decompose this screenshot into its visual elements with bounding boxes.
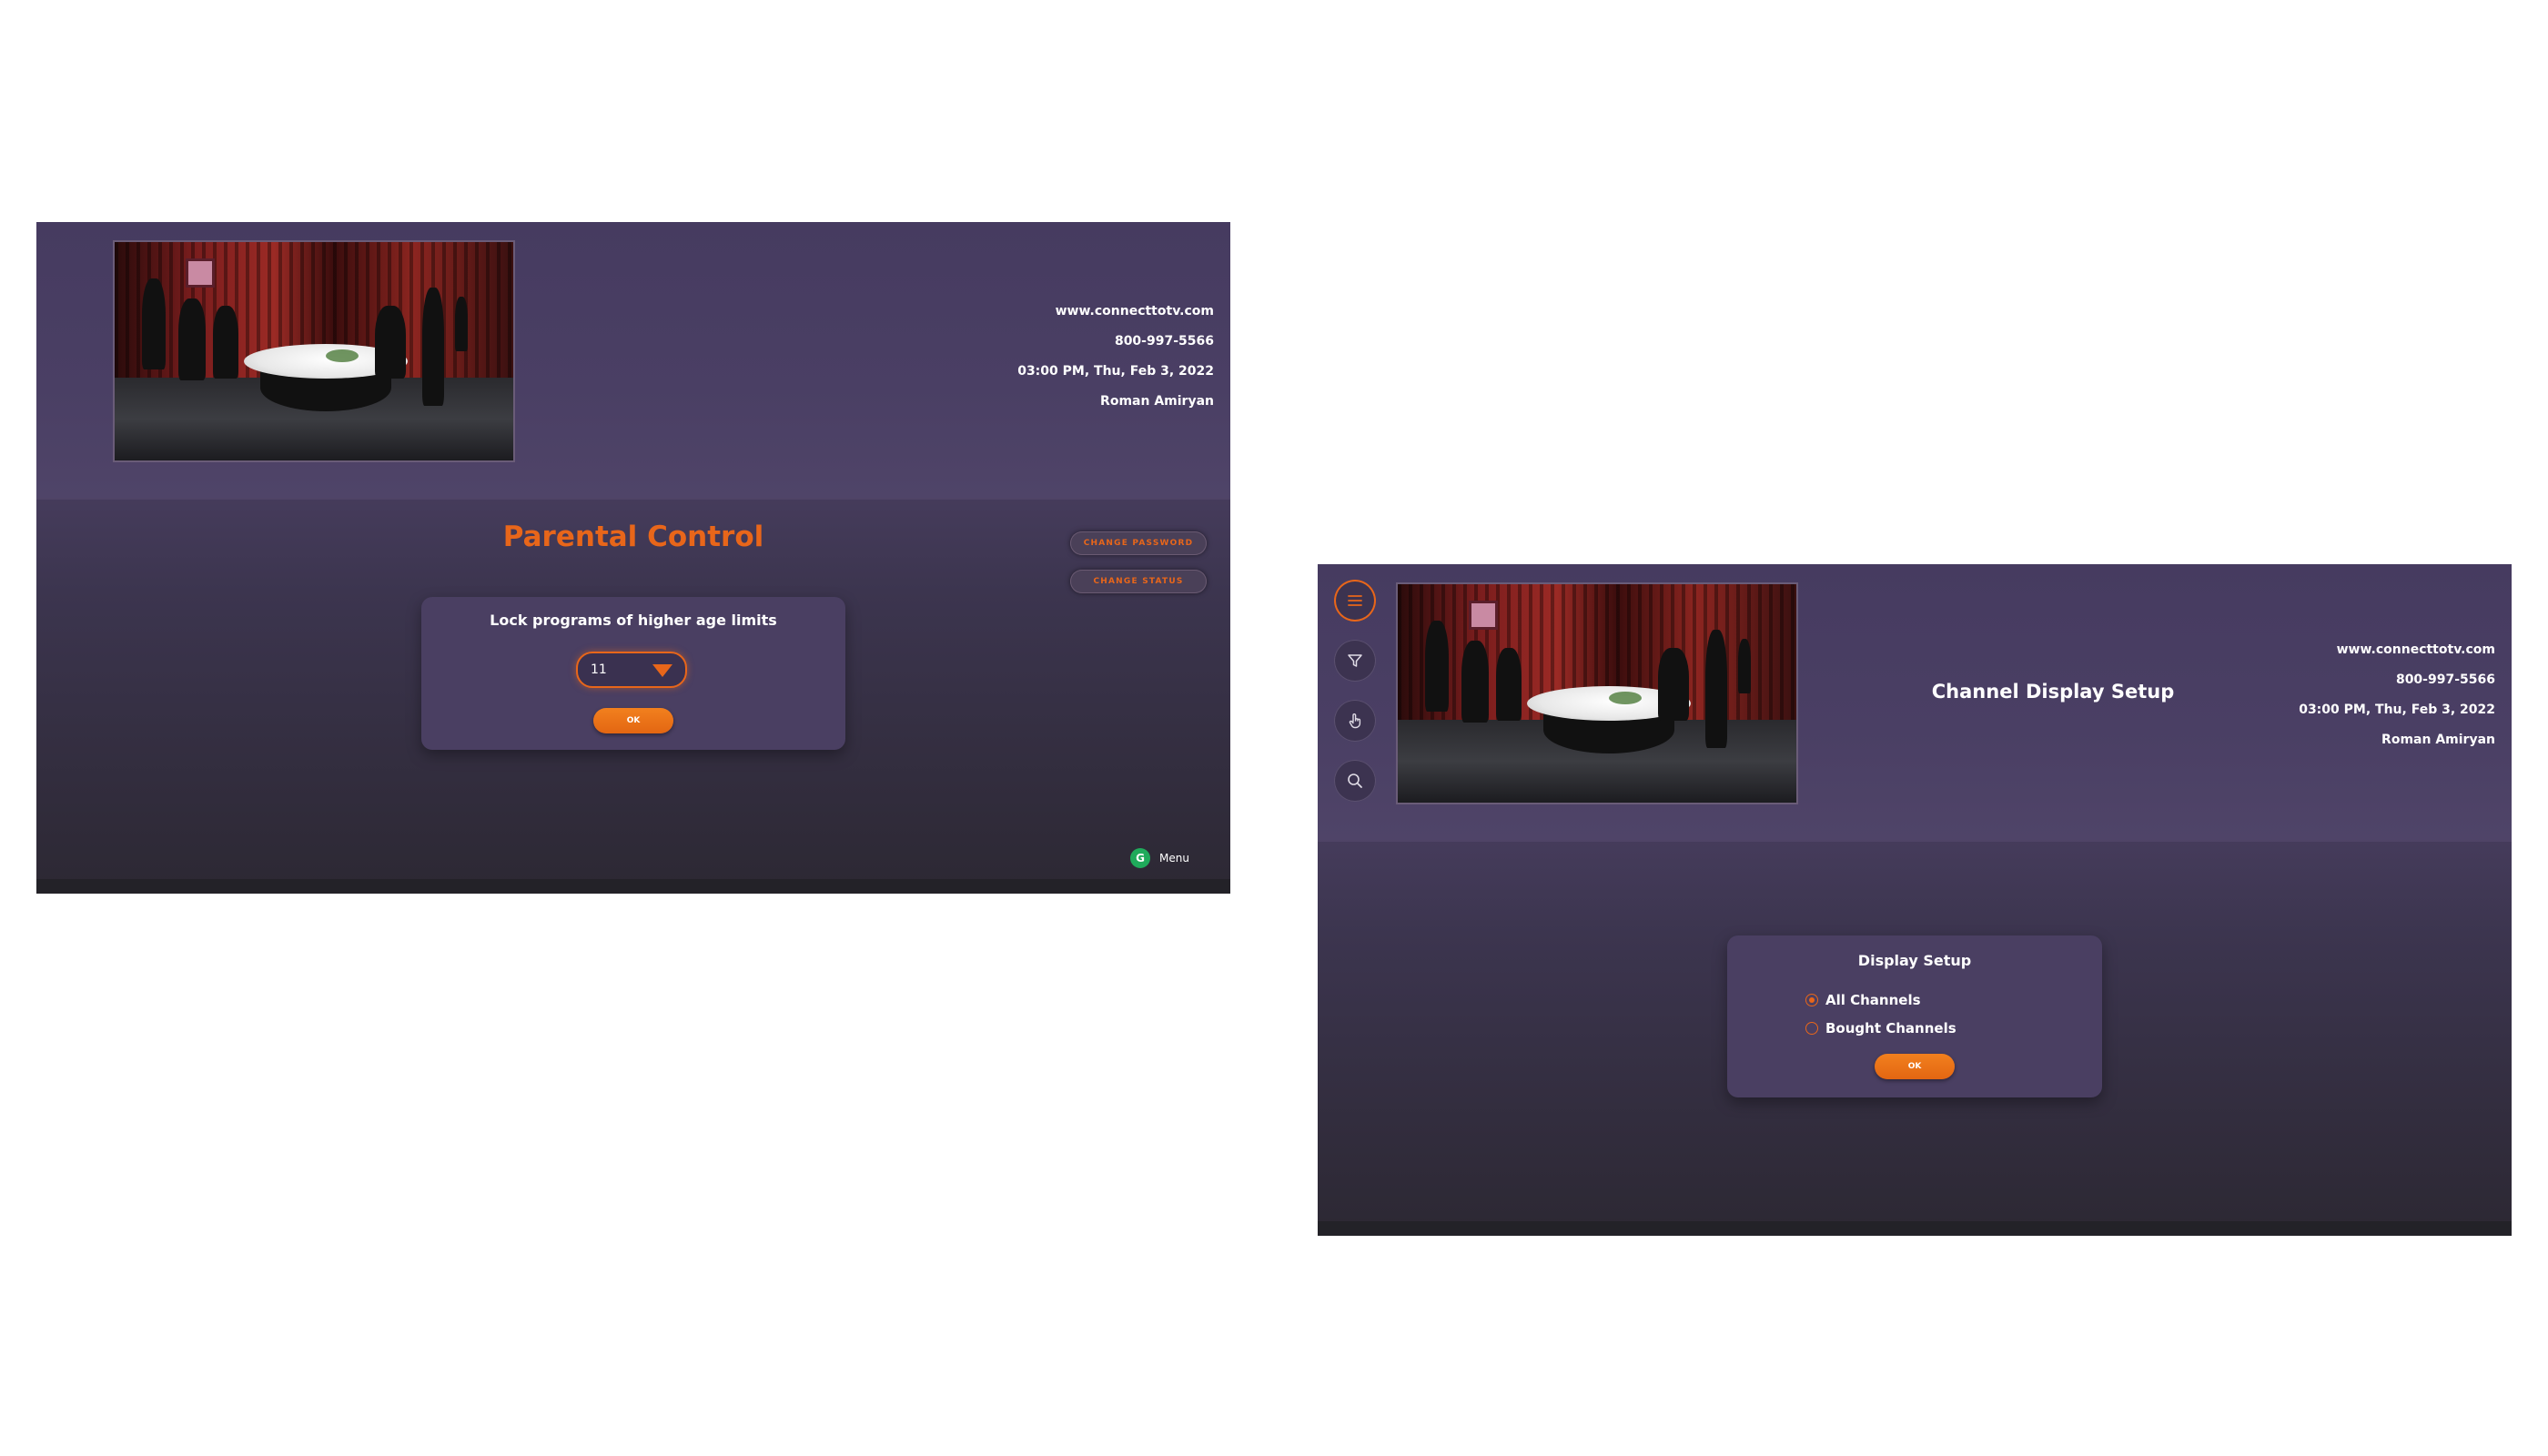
display-setup-dialog: Display Setup All Channels Bought Channe… [1727, 935, 2102, 1097]
info-block: www.connecttotv.com 800-997-5566 03:00 P… [1017, 297, 1214, 417]
channel-display-setup-screen: Channel Display Setup www.connecttotv.co… [1318, 564, 2512, 1236]
radio-selected-icon [1805, 994, 1818, 1006]
page-title: Parental Control [502, 521, 764, 553]
parental-control-screen: www.connecttotv.com 800-997-5566 03:00 P… [36, 222, 1230, 894]
phone-text: 800-997-5566 [2395, 672, 2495, 687]
bottom-strip [36, 879, 1230, 894]
change-password-button[interactable]: CHANGE PASSWORD [1070, 531, 1207, 555]
change-status-button[interactable]: CHANGE STATUS [1070, 570, 1207, 593]
sidebar-filter-button[interactable] [1334, 640, 1376, 682]
header-divider [1318, 840, 2512, 842]
page-title: Channel Display Setup [1931, 681, 2175, 703]
age-limit-dialog: Lock programs of higher age limits 11 OK [421, 597, 845, 750]
info-block: www.connecttotv.com 800-997-5566 03:00 P… [2299, 635, 2495, 755]
menu-shortcut[interactable]: G Menu [1130, 846, 1212, 870]
user-name: Roman Amiryan [2381, 733, 2495, 747]
ok-button[interactable]: OK [593, 708, 673, 733]
filter-icon [1348, 654, 1362, 667]
website-text: www.connecttotv.com [2336, 642, 2495, 657]
video-preview[interactable] [113, 240, 515, 462]
radio-unselected-icon [1805, 1022, 1818, 1035]
ok-button[interactable]: OK [1875, 1054, 1955, 1079]
option-label: All Channels [1825, 992, 1921, 1008]
sidebar-touch-button[interactable] [1334, 700, 1376, 742]
user-name: Roman Amiryan [1100, 394, 1214, 409]
website-text: www.connecttotv.com [1055, 304, 1214, 318]
video-preview[interactable] [1396, 582, 1798, 804]
option-label: Bought Channels [1825, 1020, 1956, 1036]
dialog-title: Display Setup [1857, 952, 1972, 969]
datetime-text: 03:00 PM, Thu, Feb 3, 2022 [2299, 703, 2495, 717]
sidebar-search-button[interactable] [1334, 760, 1376, 802]
dropdown-arrow-icon [652, 664, 672, 677]
dialog-title: Lock programs of higher age limits [490, 612, 777, 629]
hamburger-icon [1348, 595, 1362, 606]
phone-text: 800-997-5566 [1114, 334, 1214, 349]
menu-label: Menu [1159, 852, 1189, 864]
header-divider [36, 498, 1230, 500]
search-icon [1348, 774, 1362, 788]
age-limit-value: 11 [591, 662, 607, 677]
datetime-text: 03:00 PM, Thu, Feb 3, 2022 [1017, 364, 1214, 379]
g-badge-icon: G [1130, 848, 1150, 868]
hand-pointer-icon [1349, 713, 1361, 729]
bottom-strip [1318, 1221, 2512, 1236]
age-limit-select[interactable]: 11 [576, 652, 687, 688]
sidebar-menu-button[interactable] [1334, 580, 1376, 622]
